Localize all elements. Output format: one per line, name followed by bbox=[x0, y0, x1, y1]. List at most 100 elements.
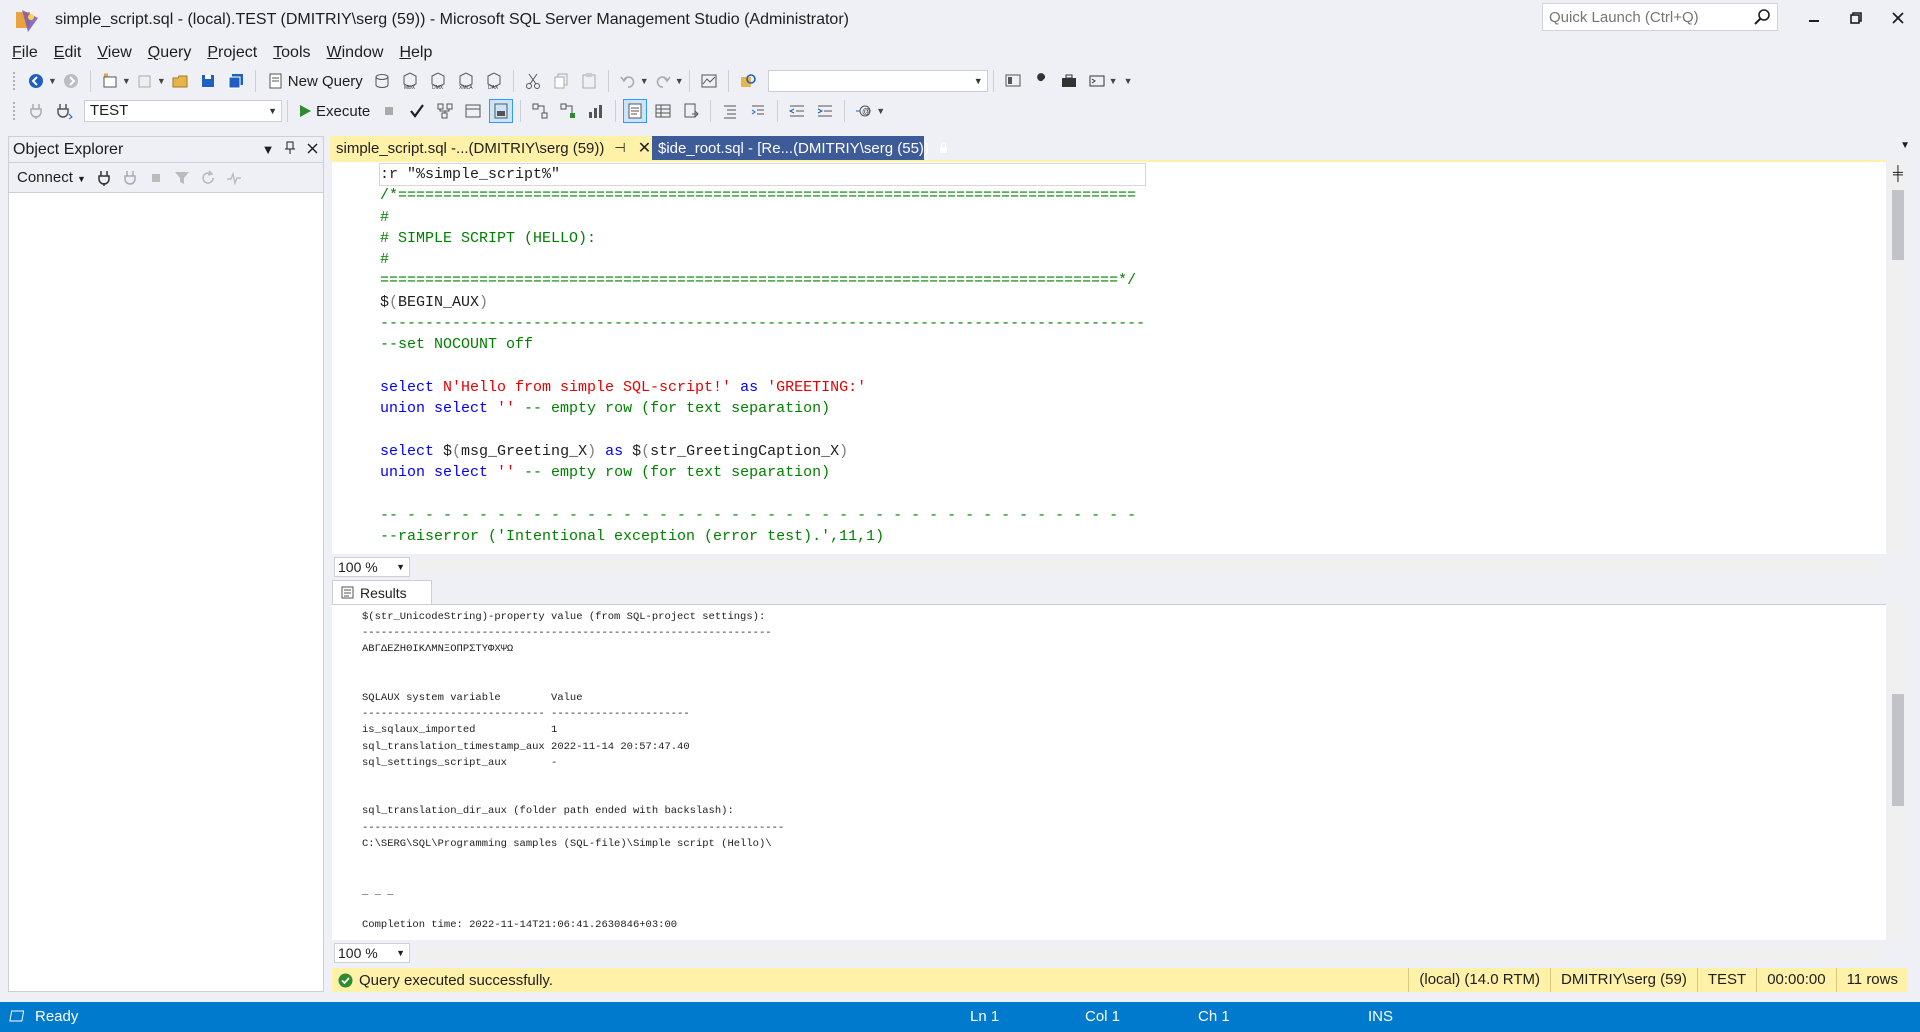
close-icon[interactable] bbox=[301, 142, 323, 157]
registered-servers-icon[interactable] bbox=[1001, 69, 1025, 93]
add-item-icon[interactable] bbox=[133, 69, 157, 93]
code-line[interactable]: select N'Hello from simple SQL-script!' … bbox=[380, 377, 1145, 398]
disconnect-icon[interactable] bbox=[122, 170, 138, 186]
panel-menu-dropdown-icon[interactable]: ▼ bbox=[257, 142, 279, 157]
solution-configuration-combo[interactable]: ▼ bbox=[767, 70, 988, 92]
toolbar-grip[interactable] bbox=[12, 101, 16, 121]
add-item-dropdown-icon[interactable]: ▼ bbox=[157, 76, 166, 86]
dmx-query-icon[interactable]: DMX bbox=[426, 69, 450, 93]
code-line[interactable]: /*======================================… bbox=[380, 185, 1145, 206]
increase-indent-icon[interactable] bbox=[813, 99, 837, 123]
quick-launch-input[interactable] bbox=[1543, 4, 1743, 30]
code-line[interactable]: union select '' -- empty row (for text s… bbox=[380, 398, 1145, 419]
activity-monitor-icon[interactable] bbox=[226, 170, 242, 186]
menu-tools[interactable]: Tools bbox=[265, 44, 318, 62]
find-in-files-icon[interactable] bbox=[736, 69, 760, 93]
undo-dropdown-icon[interactable]: ▼ bbox=[640, 76, 649, 86]
comment-lines-icon[interactable] bbox=[718, 99, 742, 123]
search-icon[interactable] bbox=[1753, 8, 1771, 26]
cut-icon[interactable] bbox=[521, 69, 545, 93]
connect-dropdown-button[interactable]: Connect ▼ bbox=[17, 169, 86, 186]
scrollbar-thumb[interactable] bbox=[1892, 694, 1904, 806]
scrollbar-thumb[interactable] bbox=[1892, 190, 1904, 260]
results-to-grid-icon[interactable] bbox=[651, 99, 675, 123]
new-query-button[interactable]: New Query bbox=[261, 69, 368, 93]
filter-icon[interactable] bbox=[174, 170, 190, 186]
toolbar-overflow-icon[interactable]: ▼ bbox=[1124, 76, 1133, 86]
code-line[interactable]: # bbox=[380, 249, 1145, 270]
intellisense-icon[interactable] bbox=[489, 99, 514, 123]
code-line[interactable]: $(BEGIN_AUX) bbox=[380, 292, 1145, 313]
code-line[interactable]: select $(msg_Greeting_X) as $(str_Greeti… bbox=[380, 441, 1145, 462]
back-button[interactable] bbox=[24, 69, 48, 93]
results-to-text-icon[interactable] bbox=[623, 99, 648, 123]
tab-ide-root[interactable]: $ide_root.sql - [Re...(DMITRIY\serg (55)… bbox=[652, 136, 947, 160]
results-tab[interactable]: Results bbox=[332, 580, 432, 604]
editor-vertical-scrollbar[interactable] bbox=[1888, 160, 1908, 554]
activity-monitor-icon[interactable] bbox=[697, 69, 721, 93]
menu-project[interactable]: Project bbox=[199, 44, 265, 62]
change-connection-icon[interactable] bbox=[52, 99, 76, 123]
new-project-dropdown-icon[interactable]: ▼ bbox=[122, 76, 131, 86]
available-databases-combo[interactable]: TEST ▼ bbox=[84, 100, 282, 122]
results-vertical-scrollbar[interactable] bbox=[1888, 604, 1908, 940]
client-statistics-icon[interactable] bbox=[584, 99, 608, 123]
tab-list-dropdown-icon[interactable]: ▼ bbox=[1900, 140, 1910, 151]
query-designer-icon[interactable] bbox=[461, 99, 485, 123]
split-editor-icon[interactable]: ╪ bbox=[1888, 162, 1908, 184]
stop-icon[interactable] bbox=[148, 170, 164, 186]
new-project-icon[interactable] bbox=[98, 69, 122, 93]
include-actual-plan-icon[interactable] bbox=[528, 99, 552, 123]
code-line[interactable]: # SIMPLE SCRIPT (HELLO): bbox=[380, 228, 1145, 249]
code-line[interactable]: --set NOCOUNT off bbox=[380, 334, 1145, 355]
toolbox-icon[interactable] bbox=[1057, 69, 1081, 93]
editor-zoom-combo[interactable]: 100 % ▼ bbox=[334, 557, 410, 577]
dax-query-icon[interactable]: DAX bbox=[482, 69, 506, 93]
code-line[interactable]: -- - - - - - - - - - - - - - - - - - - -… bbox=[380, 505, 1145, 526]
pin-icon[interactable]: ⊣ bbox=[614, 140, 625, 156]
decrease-indent-icon[interactable] bbox=[785, 99, 809, 123]
menu-help[interactable]: Help bbox=[391, 44, 440, 62]
code-line[interactable]: ========================================… bbox=[380, 270, 1145, 291]
sql-editor[interactable]: :r "%simple_script%" /*==================… bbox=[332, 160, 1886, 554]
code-line[interactable]: ----------------------------------------… bbox=[380, 313, 1145, 334]
minimize-button[interactable] bbox=[1794, 6, 1834, 30]
code-line[interactable]: :r "%simple_script%" bbox=[378, 162, 1147, 187]
command-window-dropdown-icon[interactable]: ▼ bbox=[1109, 76, 1118, 86]
display-estimated-plan-icon[interactable] bbox=[433, 99, 457, 123]
back-dropdown-icon[interactable]: ▼ bbox=[48, 76, 57, 86]
close-button[interactable] bbox=[1878, 6, 1918, 30]
specify-template-parameters-icon[interactable]: @ bbox=[852, 99, 876, 123]
menu-file[interactable]: File bbox=[4, 44, 46, 62]
menu-window[interactable]: Window bbox=[319, 44, 392, 62]
results-text-pane[interactable]: $(str_UnicodeString)-property value (fro… bbox=[332, 604, 1886, 940]
live-query-statistics-icon[interactable] bbox=[556, 99, 580, 123]
properties-wrench-icon[interactable] bbox=[1029, 69, 1053, 93]
restore-button[interactable] bbox=[1836, 6, 1876, 30]
quick-launch-box[interactable] bbox=[1542, 3, 1778, 31]
redo-dropdown-icon[interactable]: ▼ bbox=[675, 76, 684, 86]
save-icon[interactable] bbox=[196, 69, 220, 93]
tab-simple-script[interactable]: simple_script.sql -...(DMITRIY\serg (59)… bbox=[330, 136, 652, 160]
menu-query[interactable]: Query bbox=[140, 44, 200, 62]
code-line[interactable] bbox=[380, 420, 1145, 441]
refresh-icon[interactable] bbox=[200, 169, 216, 186]
save-all-icon[interactable] bbox=[224, 69, 248, 93]
redo-icon[interactable] bbox=[651, 69, 675, 93]
close-icon[interactable]: ✕ bbox=[638, 138, 651, 158]
menu-edit[interactable]: Edit bbox=[46, 44, 90, 62]
database-engine-query-icon[interactable] bbox=[370, 69, 394, 93]
copy-icon[interactable] bbox=[549, 69, 573, 93]
xmla-query-icon[interactable]: XMLA bbox=[454, 69, 478, 93]
forward-button[interactable] bbox=[59, 69, 83, 93]
results-zoom-combo[interactable]: 100 % ▼ bbox=[334, 943, 410, 963]
command-window-icon[interactable] bbox=[1085, 69, 1109, 93]
code-line[interactable]: --raiserror ('Intentional exception (err… bbox=[380, 526, 1145, 547]
open-file-icon[interactable] bbox=[168, 69, 192, 93]
pin-icon[interactable] bbox=[279, 141, 301, 158]
cancel-query-icon[interactable] bbox=[377, 99, 401, 123]
results-to-file-icon[interactable] bbox=[679, 99, 703, 123]
uncomment-lines-icon[interactable] bbox=[746, 99, 770, 123]
parse-checkmark-icon[interactable] bbox=[405, 99, 429, 123]
results-text[interactable]: $(str_UnicodeString)-property value (fro… bbox=[362, 609, 784, 933]
